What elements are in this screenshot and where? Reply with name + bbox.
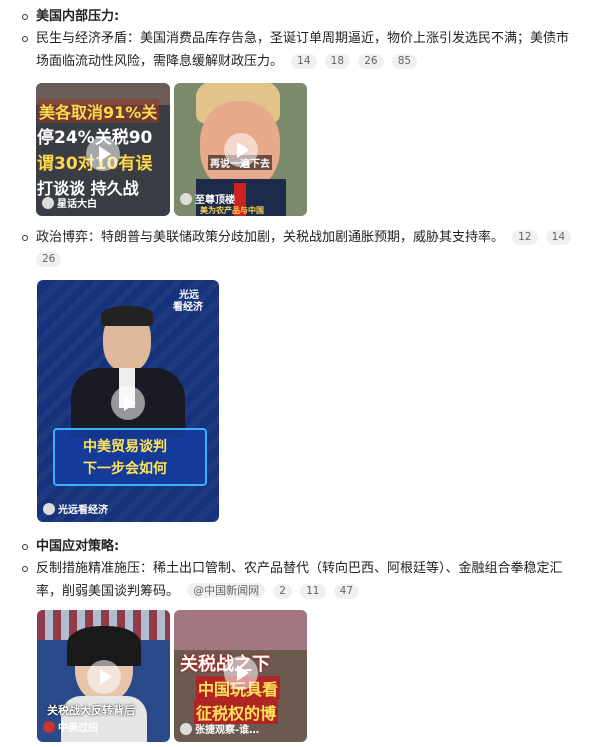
section-heading: 中国应对策略: (36, 539, 120, 554)
paragraph-line: 场面临流动性风险，需降息缓解财政压力。 14 18 26 85 (36, 51, 418, 73)
video-banner-text: 中美贸易谈判 (83, 439, 167, 455)
citation-badge[interactable]: 2 (273, 584, 292, 599)
paragraph-line: 反制措施精准施压：稀土出口管制、农产品替代（转向巴西、阿根廷等）、金融组合拳稳定… (36, 561, 563, 576)
video-thumbnail[interactable]: 美各取消91%关 停24%关税90 谓30对10有误 打谈谈 持久战 星话大白 (36, 83, 170, 216)
bullet (22, 566, 28, 572)
paragraph-text: 率，削弱美国谈判筹码。 (36, 584, 180, 599)
paragraph-line: 26 (32, 249, 62, 271)
bullet (22, 36, 28, 42)
citation-badge[interactable]: 14 (545, 230, 572, 245)
channel-name: 星话大白 (42, 195, 97, 210)
citation-badge[interactable]: 18 (324, 54, 351, 69)
video-thumbnail[interactable]: 光远 看经济 中美贸易谈判 下一步会如何 光远看经济 (37, 280, 219, 522)
video-overlay-text: 美各取消91%关 (37, 99, 160, 123)
bullet (22, 14, 28, 20)
channel-name: 至尊顶楼 (180, 191, 235, 206)
avatar (42, 197, 54, 209)
video-thumbnail[interactable]: 关税战之下 中国玩具看 征税权的博 张捷观察-谁… (174, 610, 307, 742)
play-icon (111, 386, 145, 420)
video-banner-text: 下一步会如何 (83, 461, 167, 477)
video-caption: 美为农产品与中国 (200, 206, 264, 215)
avatar (180, 193, 192, 205)
source-badge[interactable]: @中国新闻网 (187, 583, 266, 598)
bullet (22, 235, 28, 241)
citation-badge[interactable]: 85 (391, 54, 418, 69)
video-thumbnail[interactable]: 关税战大反转背后 中美过招 (37, 610, 170, 742)
avatar (43, 721, 55, 733)
avatar (180, 723, 192, 735)
citation-badge[interactable]: 14 (291, 54, 317, 69)
section-heading: 美国内部压力: (36, 9, 120, 24)
paragraph-line: 率，削弱美国谈判筹码。 @中国新闻网 2 11 47 (36, 581, 360, 603)
avatar (43, 503, 55, 515)
paragraph-line: 政治博弈：特朗普与美联储政策分歧加剧，关税战加剧通胀预期，威胁其支持率。 12 … (36, 227, 572, 249)
bullet (22, 544, 28, 550)
video-top-text: 看经济 (173, 302, 203, 313)
play-icon (224, 133, 258, 167)
paragraph-text: 政治博弈：特朗普与美联储政策分歧加剧，关税战加剧通胀预期，威胁其支持率。 (36, 230, 505, 245)
paragraph-text: 场面临流动性风险，需降息缓解财政压力。 (36, 54, 284, 69)
play-icon (87, 660, 121, 694)
video-thumbnail[interactable]: 再说一遍下去 至尊顶楼 美为农产品与中国 (174, 83, 307, 216)
citation-badge[interactable]: 26 (36, 252, 62, 267)
citation-badge[interactable]: 26 (358, 54, 384, 69)
channel-name: 光远看经济 (43, 501, 108, 516)
channel-name: 中美过招 (43, 719, 98, 734)
citation-badge[interactable]: 12 (512, 230, 538, 245)
video-caption: 关税战大反转背后 (47, 704, 135, 717)
play-icon (86, 137, 120, 171)
citation-badge[interactable]: 47 (333, 584, 360, 599)
channel-name: 张捷观察-谁… (180, 721, 259, 736)
paragraph-line: 民生与经济矛盾：美国消费品库存告急，圣诞订单周期逼近，物价上涨引发选民不满；美债… (36, 31, 570, 46)
citation-badge[interactable]: 11 (300, 584, 326, 599)
play-icon (224, 656, 258, 690)
